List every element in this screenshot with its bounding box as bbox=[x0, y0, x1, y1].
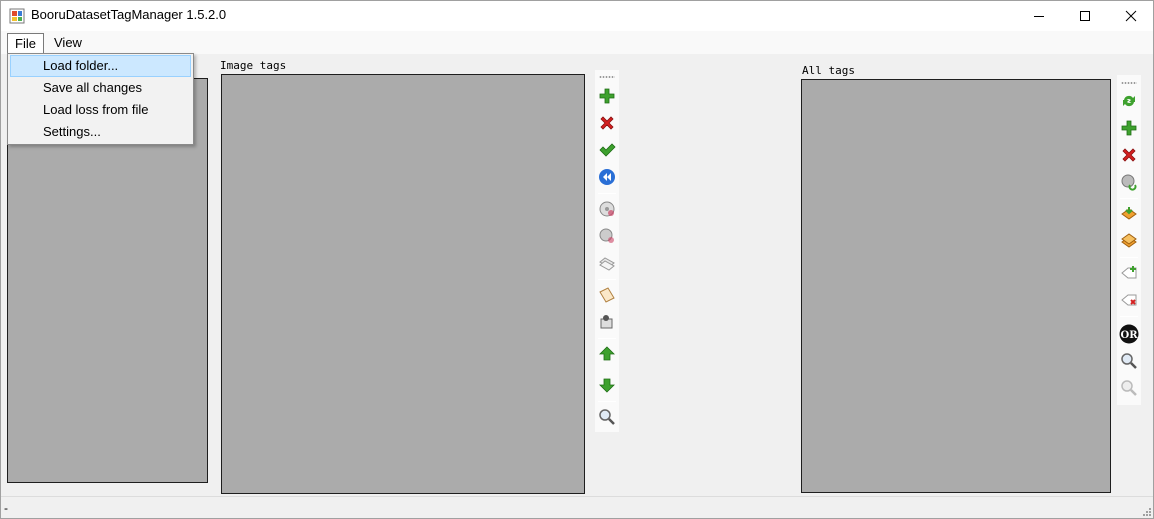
replace-button[interactable] bbox=[597, 253, 617, 273]
image-tags-label: Image tags bbox=[220, 59, 287, 72]
disk-add-icon bbox=[599, 201, 615, 217]
toolbar-separator bbox=[598, 338, 616, 339]
tag-remove-button[interactable] bbox=[1119, 290, 1139, 310]
status-text: - bbox=[4, 501, 8, 515]
or-toggle-button[interactable]: OR bbox=[1119, 324, 1139, 344]
delete-icon bbox=[1122, 148, 1136, 162]
paste-button[interactable] bbox=[597, 285, 617, 305]
app-icon bbox=[9, 8, 25, 24]
image-tags-toolbar bbox=[595, 70, 619, 432]
minimize-button[interactable] bbox=[1016, 0, 1062, 31]
delete-tag-button[interactable] bbox=[597, 113, 617, 133]
rewind-button[interactable] bbox=[597, 167, 617, 187]
add-to-all-icon bbox=[1121, 207, 1137, 220]
replace-icon bbox=[1121, 174, 1137, 191]
title-bar: BooruDatasetTagManager 1.5.2.0 bbox=[0, 0, 1154, 31]
clear-icon bbox=[600, 315, 613, 329]
all-tags-grid[interactable] bbox=[801, 79, 1111, 493]
minimize-icon bbox=[1034, 15, 1044, 17]
menu-bar: File View bbox=[0, 31, 1154, 54]
move-down-icon bbox=[599, 378, 615, 393]
search-button[interactable] bbox=[597, 407, 617, 427]
disk-remove-icon bbox=[599, 228, 614, 243]
refresh-button[interactable] bbox=[1119, 91, 1139, 111]
menu-view[interactable]: View bbox=[47, 33, 89, 54]
load-folder-menu-item[interactable]: Load folder... bbox=[10, 55, 191, 77]
window-title: BooruDatasetTagManager 1.5.2.0 bbox=[31, 7, 227, 22]
maximize-icon bbox=[1080, 10, 1090, 21]
toolbar-separator bbox=[1120, 198, 1138, 199]
tag-add-button[interactable] bbox=[1119, 263, 1139, 283]
replace-icon bbox=[599, 257, 615, 271]
move-up-button[interactable] bbox=[597, 344, 617, 364]
toolbar-separator bbox=[1120, 316, 1138, 317]
toolbar-grip bbox=[599, 76, 615, 78]
clear-button[interactable] bbox=[597, 312, 617, 332]
toolbar-grip bbox=[1121, 82, 1137, 84]
delete-icon bbox=[600, 116, 614, 130]
save-all-changes-menu-item[interactable]: Save all changes bbox=[10, 77, 191, 99]
file-menu-dropdown: Load folder... Save all changes Load los… bbox=[7, 53, 194, 145]
replace-all-button[interactable] bbox=[1119, 172, 1139, 192]
close-icon bbox=[1125, 10, 1137, 21]
tag-add-icon bbox=[1121, 266, 1137, 279]
apply-icon bbox=[599, 143, 616, 157]
search-all-button[interactable] bbox=[1119, 351, 1139, 371]
move-up-icon bbox=[599, 346, 615, 361]
all-tags-toolbar: OR bbox=[1117, 75, 1141, 405]
search-icon bbox=[1121, 353, 1137, 369]
status-bar: - bbox=[0, 496, 1154, 519]
disk-remove-button[interactable] bbox=[597, 226, 617, 246]
refresh-icon bbox=[1123, 95, 1135, 107]
search-icon bbox=[599, 409, 615, 425]
toolbar-separator bbox=[598, 279, 616, 280]
disk-add-button[interactable] bbox=[597, 199, 617, 219]
toolbar-separator bbox=[1120, 257, 1138, 258]
all-tags-label: All tags bbox=[802, 64, 855, 77]
maximize-button[interactable] bbox=[1062, 0, 1108, 31]
search-disabled-icon bbox=[1121, 380, 1137, 396]
toolbar-separator bbox=[598, 193, 616, 194]
add-icon bbox=[599, 88, 615, 104]
settings-menu-item[interactable]: Settings... bbox=[10, 121, 191, 143]
add-all-tag-button[interactable] bbox=[1119, 118, 1139, 138]
tag-remove-icon bbox=[1121, 294, 1137, 306]
add-selected-icon bbox=[1121, 233, 1137, 248]
add-to-all-button[interactable] bbox=[1119, 204, 1139, 224]
or-icon: OR bbox=[1119, 324, 1139, 344]
delete-all-tag-button[interactable] bbox=[1119, 145, 1139, 165]
svg-text:OR: OR bbox=[1120, 330, 1138, 341]
load-loss-menu-item[interactable]: Load loss from file bbox=[10, 99, 191, 121]
rewind-icon bbox=[599, 169, 615, 185]
paste-icon bbox=[599, 287, 615, 303]
search-disabled-button[interactable] bbox=[1119, 378, 1139, 398]
image-tags-grid[interactable] bbox=[221, 74, 585, 494]
add-selected-button[interactable] bbox=[1119, 231, 1139, 251]
toolbar-separator bbox=[598, 401, 616, 402]
add-tag-button[interactable] bbox=[597, 86, 617, 106]
close-button[interactable] bbox=[1108, 0, 1154, 31]
move-down-button[interactable] bbox=[597, 375, 617, 395]
apply-button[interactable] bbox=[597, 140, 617, 160]
menu-file[interactable]: File bbox=[7, 33, 44, 54]
resize-grip-icon[interactable] bbox=[1141, 506, 1151, 516]
add-icon bbox=[1121, 120, 1137, 136]
